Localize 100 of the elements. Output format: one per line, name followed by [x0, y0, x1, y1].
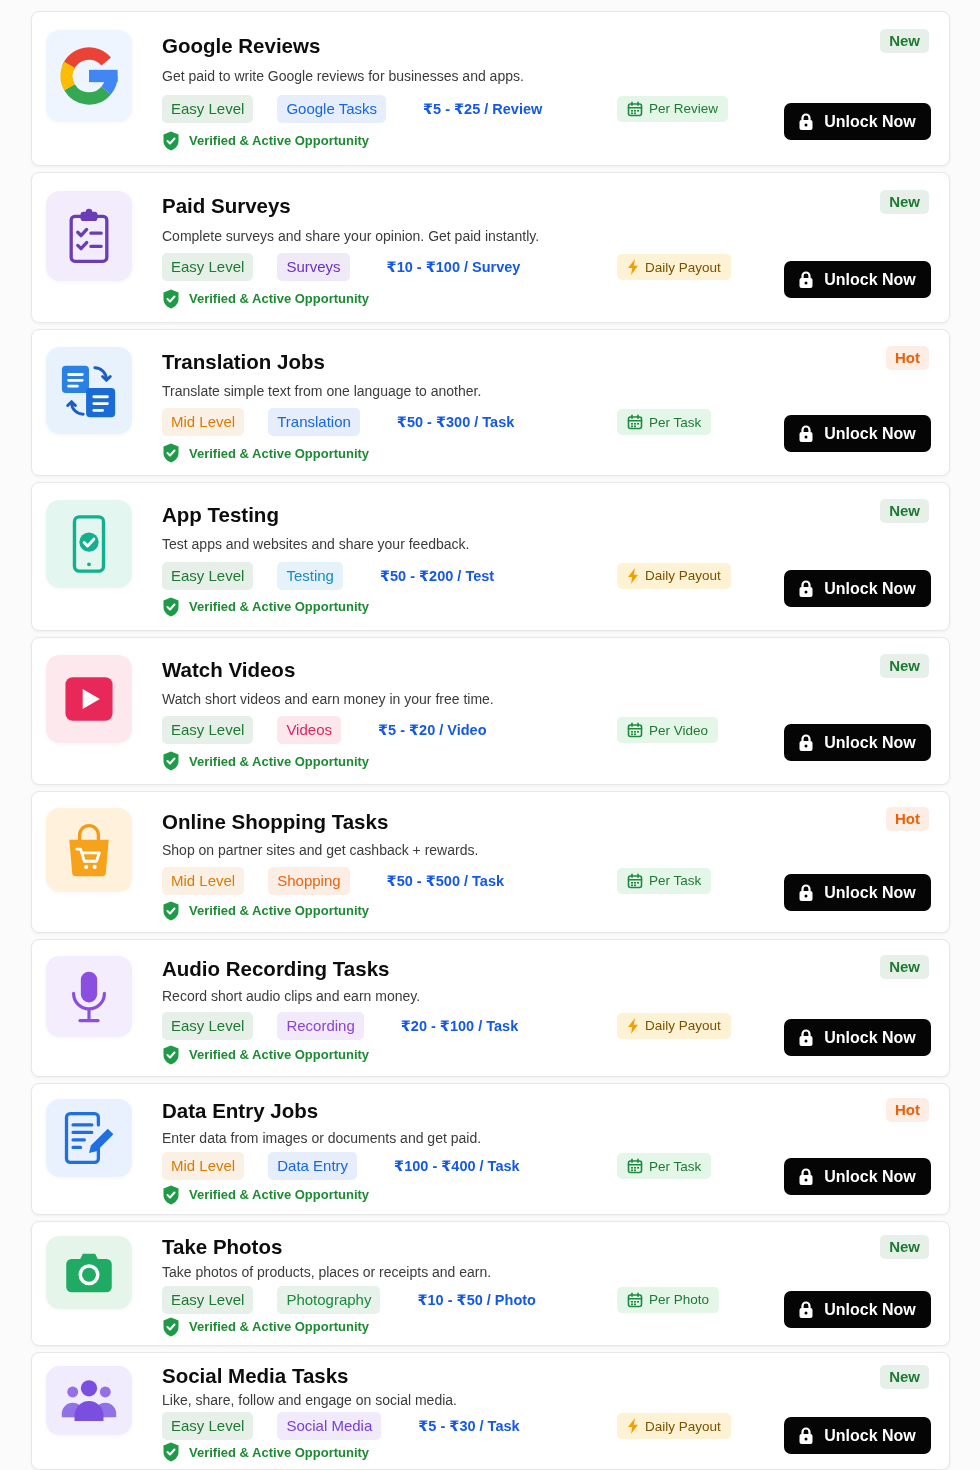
- price-range: ₹100 - ₹400 / Task: [394, 1157, 520, 1177]
- level-tag: Easy Level: [162, 1412, 254, 1440]
- shopping-bag-icon: [46, 808, 132, 892]
- verified-label: Verified & Active Opportunity: [189, 1319, 370, 1335]
- lock-icon: [799, 1301, 814, 1318]
- job-title: Social Media Tasks: [162, 1364, 349, 1388]
- calendar-icon: [627, 100, 643, 117]
- calendar-icon: [627, 872, 643, 889]
- status-tag: New: [880, 1365, 929, 1389]
- category-tag: Social Media: [277, 1412, 382, 1440]
- category-tag: Photography: [277, 1285, 381, 1314]
- price-range: ₹5 - ₹30 / Task: [418, 1417, 520, 1436]
- shield-check-icon: [162, 131, 180, 151]
- unlock-button[interactable]: Unlock Now: [784, 724, 931, 761]
- lock-icon: [799, 425, 814, 442]
- category-tag: Data Entry: [268, 1152, 358, 1181]
- phone-check-icon: [46, 500, 132, 588]
- lock-icon: [799, 1029, 814, 1046]
- category-tag: Surveys: [277, 253, 350, 282]
- payout-label: Per Photo: [649, 1292, 710, 1308]
- status-tag: Hot: [886, 346, 929, 370]
- category-tag: Recording: [277, 1011, 364, 1040]
- status-tag: New: [880, 29, 929, 53]
- payout-label: Per Video: [649, 722, 709, 738]
- payout-label: Daily Payout: [645, 1018, 721, 1034]
- payout-label: Daily Payout: [645, 1418, 721, 1434]
- shield-check-icon: [162, 1184, 180, 1205]
- microphone-icon: [46, 956, 132, 1037]
- level-tag: Mid Level: [162, 1152, 245, 1181]
- lightning-icon: [627, 567, 639, 584]
- unlock-button[interactable]: Unlock Now: [784, 570, 931, 607]
- job-description: Take photos of products, places or receipts and earn.: [162, 1263, 492, 1282]
- status-tag: New: [880, 499, 929, 523]
- job-title: Online Shopping Tasks: [162, 810, 389, 834]
- level-tag: Mid Level: [162, 408, 245, 436]
- level-tag: Easy Level: [162, 716, 254, 744]
- unlock-button[interactable]: Unlock Now: [784, 1291, 931, 1328]
- unlock-button[interactable]: Unlock Now: [784, 261, 931, 298]
- job-description: Get paid to write Google reviews for businesses and apps.: [162, 67, 524, 86]
- shield-check-icon: [162, 1442, 180, 1462]
- job-title: Paid Surveys: [162, 194, 291, 218]
- lock-icon: [799, 1427, 814, 1444]
- lightning-icon: [627, 1017, 639, 1034]
- job-title: Watch Videos: [162, 658, 296, 682]
- unlock-button[interactable]: Unlock Now: [784, 874, 931, 911]
- payout-label: Daily Payout: [645, 259, 721, 275]
- shield-check-icon: [162, 1317, 180, 1337]
- shield-check-icon: [162, 597, 180, 617]
- unlock-button[interactable]: Unlock Now: [784, 103, 931, 140]
- category-tag: Translation: [268, 408, 360, 436]
- status-tag: New: [880, 1235, 929, 1259]
- payout-label: Per Task: [649, 1158, 702, 1174]
- verified-label: Verified & Active Opportunity: [189, 753, 370, 769]
- job-description: Enter data from images or documents and get paid.: [162, 1128, 482, 1147]
- payout-label: Per Task: [649, 873, 702, 889]
- letter-g-icon: [46, 30, 132, 122]
- price-range: ₹10 - ₹100 / Survey: [386, 258, 521, 278]
- lock-icon: [799, 580, 814, 597]
- category-tag: Google Tasks: [277, 94, 386, 123]
- lightning-icon: [627, 1418, 639, 1434]
- verified-label: Verified & Active Opportunity: [189, 599, 370, 615]
- level-tag: Easy Level: [162, 253, 254, 282]
- lock-icon: [799, 734, 814, 751]
- price-range: ₹5 - ₹20 / Video: [377, 721, 487, 740]
- lightning-icon: [627, 259, 639, 276]
- unlock-button[interactable]: Unlock Now: [784, 1019, 931, 1056]
- job-title: Translation Jobs: [162, 350, 325, 374]
- price-range: ₹50 - ₹300 / Task: [396, 413, 515, 432]
- shield-check-icon: [162, 901, 180, 921]
- squares-arrows-icon: [46, 347, 132, 434]
- lock-icon: [799, 1168, 814, 1185]
- category-tag: Testing: [277, 561, 343, 590]
- shield-check-icon: [162, 443, 180, 463]
- status-tag: Hot: [886, 807, 929, 831]
- level-tag: Easy Level: [162, 94, 254, 123]
- status-tag: New: [880, 654, 929, 678]
- verified-label: Verified & Active Opportunity: [189, 133, 370, 149]
- calendar-icon: [627, 1158, 643, 1175]
- status-tag: New: [880, 955, 929, 979]
- price-range: ₹10 - ₹50 / Photo: [417, 1290, 536, 1310]
- unlock-button[interactable]: Unlock Now: [784, 415, 931, 452]
- shield-check-icon: [162, 1045, 180, 1065]
- unlock-button[interactable]: Unlock Now: [784, 1417, 931, 1454]
- payout-label: Per Task: [649, 414, 702, 430]
- verified-label: Verified & Active Opportunity: [189, 1187, 370, 1203]
- job-description: Translate simple text from one language to another.: [162, 382, 482, 400]
- job-description: Like, share, follow and engage on social media.: [162, 1391, 457, 1409]
- job-description: Complete surveys and share your opinion. Get paid instantly.: [162, 226, 540, 245]
- unlock-button[interactable]: Unlock Now: [784, 1158, 931, 1195]
- verified-label: Verified & Active Opportunity: [189, 1444, 370, 1460]
- job-description: Test apps and websites and share your feedback.: [162, 535, 470, 554]
- job-title: Google Reviews: [162, 34, 321, 58]
- lock-icon: [799, 271, 814, 288]
- calendar-icon: [627, 722, 643, 738]
- level-tag: Easy Level: [162, 1011, 254, 1040]
- level-tag: Easy Level: [162, 1285, 254, 1314]
- payout-label: Per Review: [649, 101, 719, 117]
- payout-label: Daily Payout: [645, 568, 721, 584]
- job-title: Take Photos: [162, 1235, 283, 1259]
- shield-check-icon: [162, 288, 180, 309]
